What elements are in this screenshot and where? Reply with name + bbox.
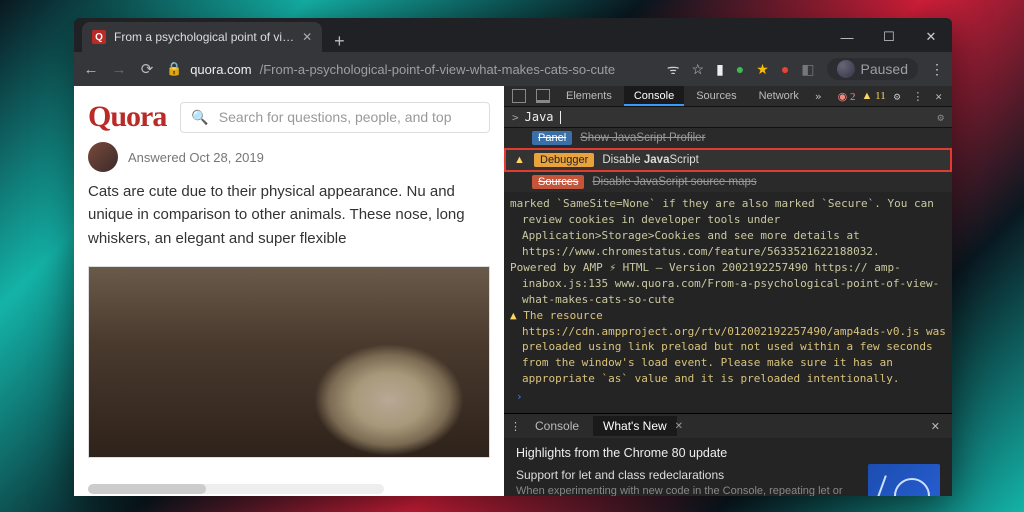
badge-sources: Sources [532, 175, 584, 189]
command-prompt-icon: > [512, 111, 519, 124]
browser-tab[interactable]: Q From a psychological point of vi… ✕ [82, 22, 322, 52]
warning-count-badge[interactable]: ▲ 11 [862, 90, 886, 102]
new-tab-button[interactable]: + [322, 31, 357, 52]
webpage-viewport: Quora 🔍 Search for questions, people, an… [74, 86, 504, 496]
devtools-settings-icon[interactable]: ⚙ [888, 90, 907, 103]
warning-icon: ▲ [514, 154, 526, 166]
back-button[interactable]: ← [82, 61, 100, 78]
devtools-close-icon[interactable]: ✕ [929, 90, 948, 103]
device-toolbar-icon[interactable] [536, 89, 550, 103]
devtools-drawer: ⋮ Console What's New ✕ ✕ Highlights from… [504, 413, 952, 496]
quora-logo[interactable]: Quora [88, 100, 166, 134]
chrome-window: Q From a psychological point of vi… ✕ + … [74, 18, 952, 496]
console-warning-message: The resource https://cdn.ampproject.org/… [510, 308, 946, 388]
command-input[interactable]: Java [525, 110, 554, 124]
drawer-section-desc: When experimenting with new code in the … [516, 484, 856, 496]
drawer-tab-console[interactable]: Console [525, 416, 589, 436]
ext-icon-5[interactable]: ◧ [801, 61, 814, 78]
ext-icon-2[interactable]: ● [736, 61, 744, 77]
command-label: Show JavaScript Profiler [580, 132, 705, 144]
drawer-section-title: Support for let and class redeclarations [516, 468, 856, 482]
drawer-tabstrip: ⋮ Console What's New ✕ ✕ [504, 414, 952, 438]
titlebar: Q From a psychological point of vi… ✕ + … [74, 18, 952, 52]
command-label: Disable JavaScript source maps [592, 176, 756, 188]
tab-close-icon[interactable]: ✕ [302, 30, 312, 44]
tab-elements[interactable]: Elements [556, 86, 622, 106]
star-icon[interactable]: ☆ [692, 61, 705, 78]
drawer-tab-close-icon[interactable]: ✕ [675, 421, 683, 432]
command-result-item-selected[interactable]: ▲ Debugger Disable JavaScript [504, 148, 952, 172]
minimize-button[interactable]: — [826, 22, 868, 52]
drawer-tab-whats-new[interactable]: What's New [593, 416, 677, 436]
drawer-section: Support for let and class redeclarations… [516, 468, 856, 496]
answer-image-cat [88, 266, 490, 458]
tab-sources[interactable]: Sources [686, 86, 746, 106]
paused-label: Paused [861, 61, 908, 77]
command-result-item[interactable]: Panel Show JavaScript Profiler [504, 128, 952, 148]
drawer-body: Highlights from the Chrome 80 update Sup… [504, 438, 952, 496]
answer-meta: Answered Oct 28, 2019 [74, 142, 504, 180]
ext-icon-1[interactable]: ▮ [716, 61, 724, 78]
content-row: Quora 🔍 Search for questions, people, an… [74, 86, 952, 496]
lock-icon: 🔒 [166, 61, 182, 77]
url-path: /From-a-psychological-point-of-view-what… [260, 62, 615, 77]
avatar-icon [837, 60, 855, 78]
maximize-button[interactable]: ☐ [868, 22, 910, 52]
error-count-badge[interactable]: ◉ 2 [838, 90, 856, 103]
devtools-panel: Elements Console Sources Network » ◉ 2 ▲… [504, 86, 952, 496]
inspect-element-icon[interactable] [512, 89, 526, 103]
console-message: marked `SameSite=None` if they are also … [510, 196, 946, 260]
forward-button[interactable]: → [110, 61, 128, 78]
search-placeholder: Search for questions, people, and top [219, 109, 452, 125]
drawer-headline: Highlights from the Chrome 80 update [516, 446, 856, 460]
tabs-overflow-icon[interactable]: » [811, 90, 826, 103]
command-menu[interactable]: > Java ⚙ [504, 107, 952, 128]
tab-console[interactable]: Console [624, 86, 684, 106]
drawer-menu-icon[interactable]: ⋮ [510, 420, 521, 433]
cast-icon[interactable]: ᯤ [667, 60, 680, 79]
answer-body: Cats are cute due to their physical appe… [74, 180, 504, 260]
horizontal-scrollbar[interactable] [88, 484, 384, 494]
ext-icon-3[interactable]: ★ [756, 61, 769, 78]
ext-icon-4[interactable]: ● [781, 61, 789, 77]
toolbar: ← → ⟳ 🔒 quora.com/From-a-psychological-p… [74, 52, 952, 86]
tab-title: From a psychological point of vi… [114, 30, 294, 44]
answer-author-avatar[interactable] [88, 142, 118, 172]
tab-network[interactable]: Network [749, 86, 809, 106]
answer-date: Answered Oct 28, 2019 [128, 150, 264, 165]
address-bar[interactable]: 🔒 quora.com/From-a-psychological-point-o… [166, 61, 657, 77]
close-window-button[interactable]: ✕ [910, 22, 952, 52]
window-controls: — ☐ ✕ [826, 22, 952, 52]
text-cursor [560, 111, 561, 124]
reload-button[interactable]: ⟳ [138, 60, 156, 78]
favicon-quora: Q [92, 30, 106, 44]
console-output: marked `SameSite=None` if they are also … [504, 192, 952, 413]
console-message: Powered by AMP ⚡ HTML – Version 20021922… [510, 260, 946, 308]
badge-panel: Panel [532, 131, 572, 145]
toolbar-actions: ᯤ ☆ ▮ ● ★ ● ◧ Paused ⋮ [667, 58, 944, 80]
command-result-item[interactable]: Sources Disable JavaScript source maps [504, 172, 952, 192]
devtools-tabstrip: Elements Console Sources Network » ◉ 2 ▲… [504, 86, 952, 107]
quora-header: Quora 🔍 Search for questions, people, an… [74, 86, 504, 142]
drawer-close-icon[interactable]: ✕ [925, 420, 946, 433]
url-host: quora.com [190, 62, 251, 77]
command-results: Panel Show JavaScript Profiler ▲ Debugge… [504, 128, 952, 192]
console-prompt[interactable]: › [510, 387, 946, 407]
command-settings-icon[interactable]: ⚙ [937, 111, 944, 124]
profile-paused-chip[interactable]: Paused [827, 58, 918, 80]
devtools-menu-icon[interactable]: ⋮ [908, 90, 927, 103]
command-label: Disable JavaScript [602, 154, 699, 166]
kebab-menu-icon[interactable]: ⋮ [930, 61, 944, 78]
quora-search-box[interactable]: 🔍 Search for questions, people, and top [180, 102, 490, 133]
search-icon: 🔍 [191, 109, 208, 126]
badge-debugger: Debugger [534, 153, 594, 167]
whats-new-illustration [868, 464, 940, 496]
